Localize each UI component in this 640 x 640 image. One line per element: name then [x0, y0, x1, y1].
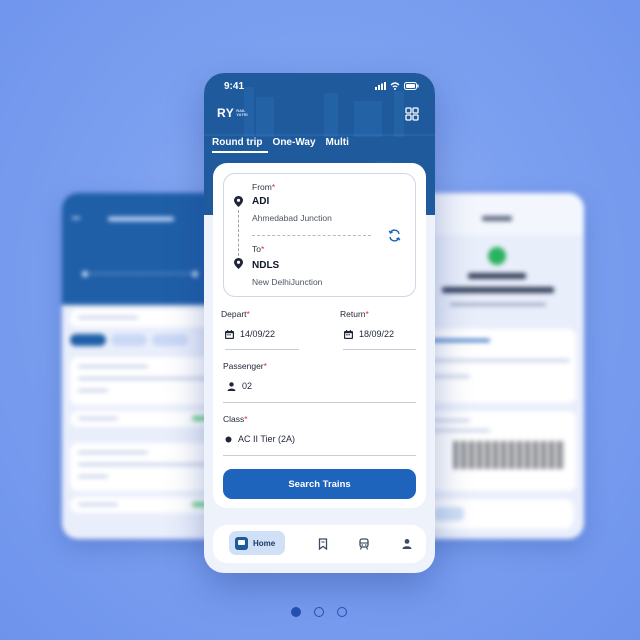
nav-home-label: Home — [253, 538, 276, 548]
passenger-underline — [223, 402, 416, 403]
return-date-field[interactable]: 18/09/22 — [344, 329, 394, 339]
person-icon — [227, 381, 236, 391]
class-value: AC II Tier (2A) — [238, 434, 296, 444]
from-label: From* — [252, 182, 275, 192]
carousel-dot-2[interactable] — [314, 607, 324, 617]
class-underline — [223, 455, 416, 456]
from-station-name: Ahmedabad Junction — [252, 213, 332, 223]
depart-label: Depart* — [221, 309, 250, 319]
carousel-dot-1[interactable] — [291, 607, 301, 617]
required-mark: * — [246, 309, 250, 319]
trip-type-tabs: Round trip One-Way Multi — [212, 137, 359, 153]
from-station-code[interactable]: ADI — [252, 196, 269, 207]
from-location-pin-icon — [234, 196, 243, 207]
battery-icon — [404, 82, 419, 90]
swap-stations-icon[interactable] — [388, 229, 401, 242]
signal-icon — [375, 82, 386, 90]
passenger-label: Passenger* — [223, 361, 267, 371]
required-mark: * — [260, 244, 265, 254]
required-mark: * — [365, 309, 369, 319]
calendar-icon — [344, 329, 353, 339]
logo-subtext: RAIL YATRI — [236, 109, 247, 117]
nav-home[interactable]: Home — [229, 531, 285, 555]
tab-one-way[interactable]: One-Way — [273, 137, 321, 153]
tab-round-trip[interactable]: Round trip — [212, 137, 268, 153]
home-icon — [235, 536, 248, 550]
passenger-field[interactable]: 02 — [227, 381, 252, 391]
search-card: From* ADI Ahmedabad Junction To* NDLS Ne… — [213, 163, 426, 508]
class-field[interactable]: AC II Tier (2A) — [225, 434, 295, 444]
bookmark-icon[interactable] — [317, 538, 329, 550]
search-trains-button[interactable]: Search Trains — [223, 469, 416, 499]
tab-multi[interactable]: Multi — [326, 137, 354, 153]
required-mark: * — [263, 361, 267, 371]
bottom-navigation: Home — [213, 525, 426, 563]
carousel-dot-3[interactable] — [337, 607, 347, 617]
status-time: 9:41 — [224, 81, 245, 92]
to-label-text: To — [252, 244, 261, 254]
logo-text: RY — [217, 106, 235, 120]
app-logo: RY RAIL YATRI — [217, 106, 248, 120]
to-station-code[interactable]: NDLS — [252, 260, 279, 271]
right-preview-screen — [412, 193, 584, 539]
class-bullet-icon — [225, 436, 232, 442]
required-mark: * — [244, 414, 248, 424]
logo-sub-bottom: YATRI — [236, 112, 248, 117]
route-connector — [238, 210, 239, 256]
grid-menu-icon[interactable] — [405, 107, 419, 121]
depart-underline — [225, 349, 299, 350]
calendar-icon — [225, 329, 234, 339]
to-label: To* — [252, 244, 264, 254]
required-mark: * — [271, 182, 276, 192]
train-icon[interactable] — [358, 538, 370, 550]
return-label-text: Return — [340, 309, 366, 319]
to-station-name: New DelhiJunction — [252, 277, 323, 287]
to-location-pin-icon — [234, 258, 243, 269]
passenger-value: 02 — [242, 381, 253, 391]
wifi-icon — [390, 82, 400, 90]
return-underline — [343, 349, 416, 350]
route-selector: From* ADI Ahmedabad Junction To* NDLS Ne… — [223, 173, 416, 297]
class-label-text: Class — [223, 414, 245, 424]
depart-label-text: Depart — [221, 309, 247, 319]
carousel-pagination — [291, 607, 347, 617]
status-icons — [375, 82, 419, 90]
main-phone-screen: 9:41 RY RAIL YATRI Round trip One-Way Mu… — [204, 73, 435, 573]
profile-icon[interactable] — [401, 538, 413, 550]
route-divider — [252, 235, 371, 236]
depart-date-field[interactable]: 14/09/22 — [225, 329, 275, 339]
class-label: Class* — [223, 414, 248, 424]
return-date-value: 18/09/22 — [359, 329, 395, 339]
depart-date-value: 14/09/22 — [240, 329, 276, 339]
return-label: Return* — [340, 309, 369, 319]
passenger-label-text: Passenger — [223, 361, 264, 371]
from-label-text: From — [252, 182, 272, 192]
